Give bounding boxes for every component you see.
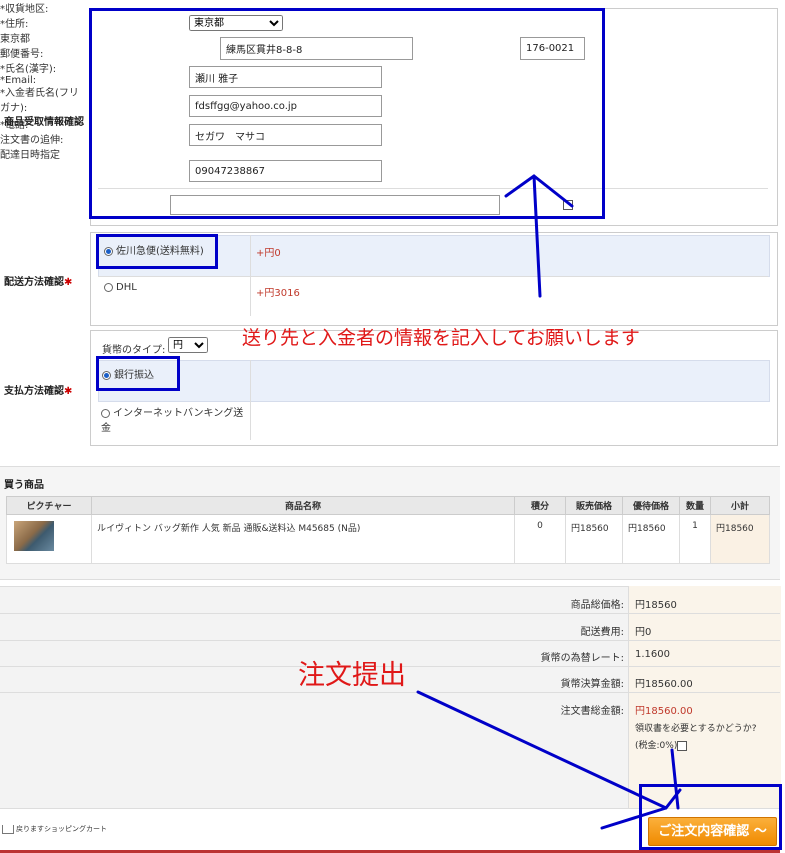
annotation-submit-note: 注文提出 (298, 660, 406, 691)
annotation-arrows (416, 174, 682, 830)
arrow-to-receiver (504, 174, 574, 298)
arrow-to-confirm (416, 690, 682, 830)
annotation-info-note: 送り先と入金者の情報を記入してお願いします (242, 327, 640, 349)
